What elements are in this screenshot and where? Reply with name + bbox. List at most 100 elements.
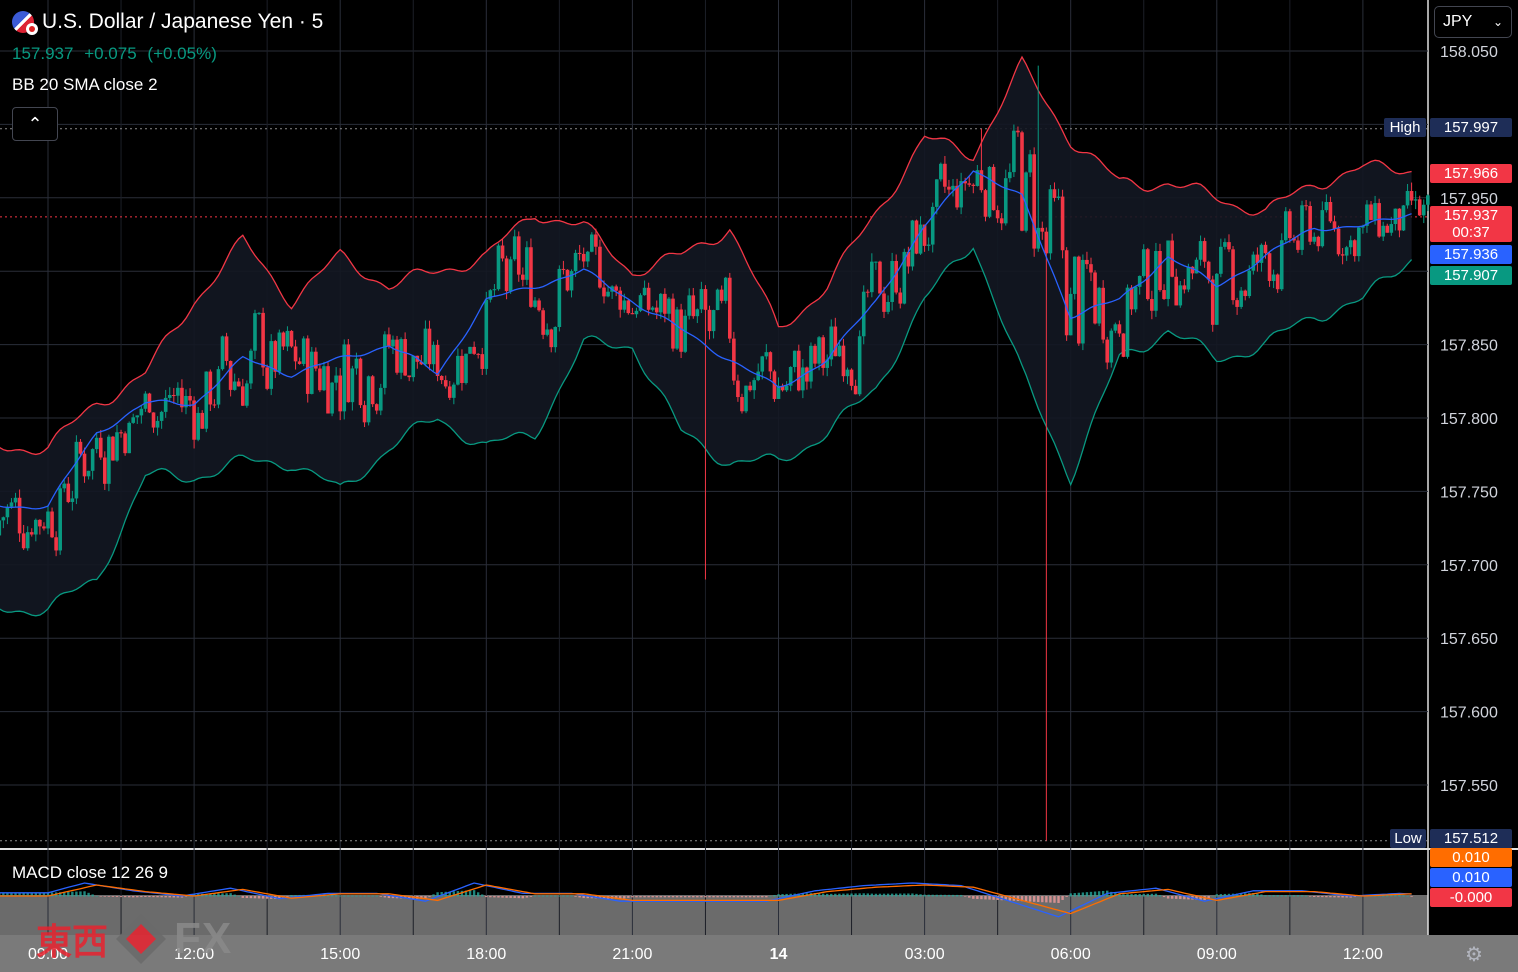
- candle-body: [549, 329, 554, 348]
- candle-body: [529, 247, 533, 307]
- candle-body: [297, 361, 302, 364]
- currency-select[interactable]: JPY ⌄: [1434, 6, 1512, 38]
- candle-body: [200, 412, 205, 429]
- macd-hist-bar: [91, 894, 94, 897]
- candle-body: [1166, 240, 1170, 299]
- macd-hist-bar: [781, 894, 784, 897]
- candle-body: [581, 253, 586, 262]
- candle-body: [1129, 287, 1134, 310]
- price-change-pct: (+0.05%): [147, 44, 217, 63]
- candle-body: [159, 411, 164, 421]
- candle-body: [886, 301, 890, 312]
- bb-indicator-label[interactable]: BB 20 SMA close 2: [12, 75, 158, 95]
- candle-body: [362, 405, 367, 423]
- x-tick-label: 18:00: [466, 946, 506, 963]
- candle-body: [525, 247, 529, 280]
- candle-body: [553, 327, 558, 348]
- macd-hist-bar: [493, 896, 496, 898]
- candle-body: [508, 259, 513, 292]
- macd-hist-bar: [659, 896, 663, 898]
- candle-body: [111, 436, 115, 461]
- candle-body: [1219, 246, 1223, 274]
- candle-body: [930, 206, 935, 245]
- candle-body: [1141, 249, 1146, 276]
- candle-body: [1215, 273, 1219, 325]
- macd-hist-bar: [748, 896, 752, 898]
- macd-hist-bar: [1158, 895, 1162, 897]
- candle-body: [439, 376, 444, 381]
- macd-hist-bar: [249, 896, 253, 899]
- macd-hist-bar: [716, 896, 719, 898]
- candle-body: [1231, 249, 1235, 301]
- macd-indicator-label[interactable]: MACD close 12 26 9: [12, 863, 168, 883]
- candle-body: [711, 310, 716, 332]
- candle-body: [1421, 204, 1426, 216]
- candle-body: [1328, 201, 1333, 222]
- price-chart[interactable]: 158.050157.950157.850157.800157.750157.7…: [0, 0, 1518, 972]
- macd-hist-bar: [1256, 893, 1259, 897]
- macd-hist-bar: [1292, 895, 1296, 897]
- candle-body: [1121, 333, 1126, 357]
- candle-body: [265, 367, 269, 389]
- candle-body: [1288, 211, 1292, 239]
- macd-hist-bar: [245, 896, 249, 899]
- candle-body: [261, 312, 265, 368]
- macd-hist-bar: [931, 894, 934, 897]
- watermark-cn-text: 東西: [36, 922, 109, 963]
- macd-hist-bar: [890, 893, 894, 897]
- candle-body: [273, 341, 278, 372]
- candle-body: [456, 355, 460, 385]
- macd-hist-bar: [663, 896, 667, 898]
- macd-hist-bar: [517, 896, 520, 899]
- candle-body: [736, 380, 740, 398]
- candle-body: [504, 258, 509, 292]
- low-label-tag: Low: [1390, 829, 1426, 848]
- macd-hist-bar: [156, 896, 159, 898]
- candle-body: [411, 355, 416, 378]
- macd-hist-bar: [550, 895, 553, 897]
- candle-body: [135, 415, 140, 418]
- macd-hist-bar: [1288, 895, 1292, 897]
- macd-hist-bar: [217, 893, 220, 897]
- candle-body: [512, 236, 517, 260]
- lower-band-tag: 157.907: [1430, 266, 1512, 285]
- candle-body: [350, 368, 355, 403]
- candle-body: [54, 537, 58, 551]
- macd-hist-bar: [866, 893, 869, 897]
- us-jp-flag-icon: [12, 11, 38, 35]
- macd-hist-bar: [1304, 895, 1308, 897]
- candle-body: [691, 295, 696, 317]
- macd-hist-bar: [111, 896, 115, 897]
- candle-body: [253, 313, 257, 351]
- macd-hist-bar: [339, 895, 342, 897]
- macd-hist-bar: [67, 891, 70, 897]
- quote-row: 157.937 +0.075 (+0.05%): [12, 44, 223, 64]
- macd-hist-bar: [566, 895, 569, 897]
- macd-hist-bar: [1069, 893, 1072, 897]
- macd-hist-bar: [286, 896, 289, 897]
- gear-icon[interactable]: ⚙: [1462, 942, 1486, 966]
- candle-body: [492, 289, 497, 291]
- macd-hist-bar: [541, 895, 545, 897]
- symbol-title[interactable]: U.S. Dollar / Japanese Yen · 5: [42, 10, 323, 34]
- high-price-tag: 157.997: [1430, 118, 1512, 137]
- candle-body: [293, 346, 298, 362]
- candle-body: [837, 345, 842, 357]
- macd-hist-bar: [1175, 896, 1178, 899]
- candle-body: [748, 385, 752, 391]
- candle-body: [561, 268, 566, 270]
- macd-hist-bar: [172, 896, 176, 898]
- macd-hist-bar: [432, 894, 435, 897]
- candle-body: [155, 420, 160, 428]
- candle-body: [626, 300, 631, 314]
- candle-body: [723, 277, 728, 301]
- macd-hist-bar: [623, 896, 626, 899]
- macd-hist-bar: [683, 896, 687, 898]
- collapse-legend-button[interactable]: ⌃: [12, 107, 58, 141]
- candle-body: [1381, 225, 1385, 237]
- macd-hist-bar: [1045, 896, 1048, 903]
- candle-body: [1369, 204, 1373, 220]
- macd-hist-bar: [1179, 896, 1182, 900]
- macd-hist-bar: [1308, 896, 1312, 897]
- candle-body: [999, 218, 1004, 224]
